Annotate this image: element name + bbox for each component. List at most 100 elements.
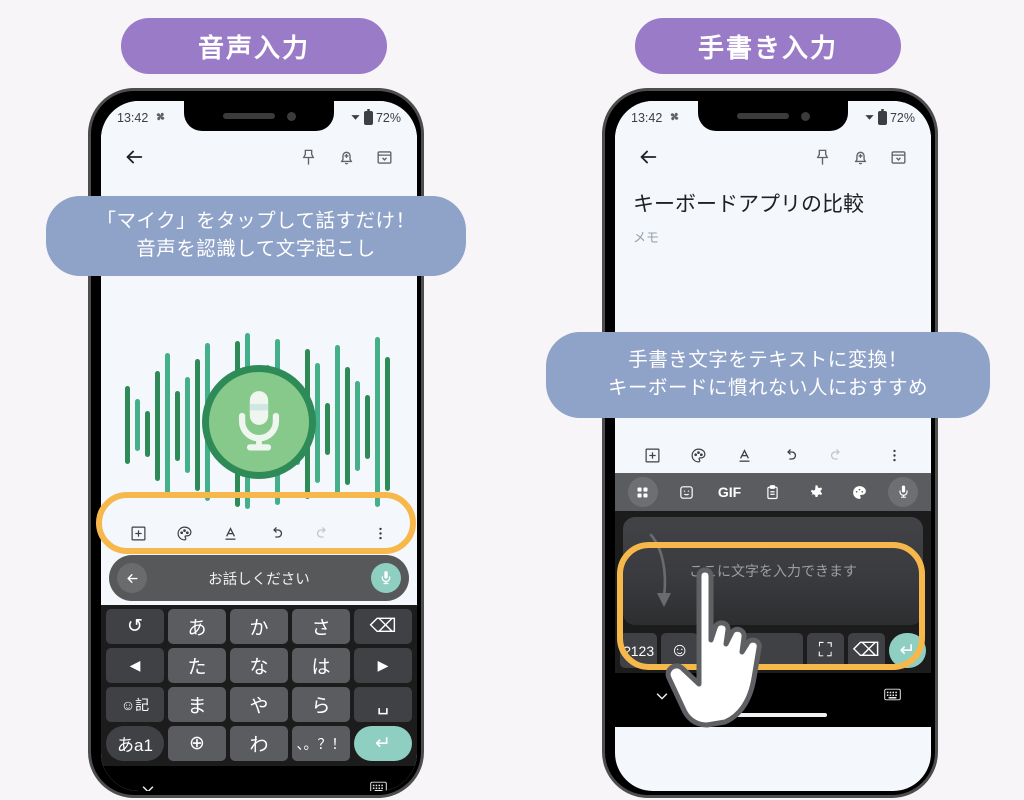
signal-icon (864, 111, 875, 125)
redo-icon (299, 525, 345, 542)
undo-icon[interactable] (767, 447, 813, 464)
pin-icon[interactable] (289, 148, 327, 167)
note-app-toolbar (615, 135, 931, 179)
voice-input-bar-wrap: お話しください (101, 555, 417, 601)
handwriting-canvas[interactable]: ここに文字を入力できます (623, 517, 923, 625)
clipboard-icon[interactable] (751, 484, 794, 501)
home-indicator (719, 713, 827, 717)
note-title: キーボードアプリの比較 (633, 193, 864, 216)
battery-percent: 72% (889, 111, 915, 125)
apps-grid-icon[interactable] (621, 477, 664, 507)
key-ya[interactable]: や (230, 687, 288, 722)
voice-back-icon[interactable] (117, 563, 147, 593)
key-wa[interactable]: わ (230, 726, 288, 761)
key-a[interactable]: あ (168, 609, 226, 644)
key-punctuation[interactable]: 、。？！ (292, 726, 350, 761)
key-backspace[interactable]: ⌫ (847, 633, 885, 668)
key-emoji[interactable]: ☺ (661, 633, 699, 668)
keyboard-row: ↺ あ か さ ⌫ (106, 609, 412, 644)
mic-icon (238, 391, 280, 451)
add-box-icon[interactable] (115, 525, 161, 542)
key-cursor-left[interactable]: ◀ (106, 648, 164, 683)
key-ta[interactable]: た (168, 648, 226, 683)
voice-prompt-text: お話しください (208, 571, 310, 588)
callout-line-1: 「マイク」をタップして話すだけ！ (96, 210, 416, 233)
key-na[interactable]: な (230, 648, 288, 683)
settings-gear-icon[interactable] (795, 484, 838, 501)
earpiece-speaker (736, 113, 789, 119)
more-vert-icon[interactable] (357, 525, 403, 542)
bell-add-icon[interactable] (841, 148, 879, 167)
keyboard-row: ?123 ☺ ✎ ⛶ ⌫ ↵ (620, 633, 927, 668)
callout-voice-input: 「マイク」をタップして話すだけ！ 音声を認識して文字起こし (46, 196, 466, 276)
key-handwrite[interactable]: ✎ (702, 633, 740, 668)
key-space[interactable] (743, 633, 803, 668)
chevron-down-icon[interactable] (653, 687, 671, 710)
down-arrow-stroke (649, 533, 671, 607)
system-navigation-bar (101, 766, 417, 791)
key-symbols[interactable]: ?123 (620, 633, 658, 668)
palette-icon[interactable] (161, 525, 207, 542)
keyboard-icon[interactable] (884, 688, 901, 706)
more-vert-icon[interactable] (871, 447, 917, 464)
mic-button-large[interactable] (202, 365, 316, 479)
back-arrow-icon[interactable] (629, 146, 667, 168)
key-ra[interactable]: ら (292, 687, 350, 722)
note-subtitle: メモ (633, 230, 660, 246)
handwriting-hint-text: ここに文字を入力できます (689, 563, 857, 579)
sticker-icon[interactable] (664, 484, 707, 501)
comparison-figure: 音声入力 13:42 72% お話しください ↺ あ か さ ⌫ ◀ た な は… (0, 0, 1024, 800)
theme-palette-icon[interactable] (838, 484, 881, 501)
archive-icon[interactable] (879, 148, 917, 167)
key-ma[interactable]: ま (168, 687, 226, 722)
status-bar: 13:42 72% (615, 101, 931, 135)
key-enter[interactable]: ↵ (354, 726, 412, 761)
mic-icon[interactable] (882, 477, 925, 507)
callout-line-1: 手書き文字をテキストに変換！ (628, 349, 908, 372)
front-camera (286, 111, 296, 121)
note-editor-toolbar (101, 515, 417, 551)
text-format-icon[interactable] (207, 525, 253, 542)
undo-icon[interactable] (253, 525, 299, 542)
key-input-mode[interactable]: あa1 (106, 726, 164, 761)
mic-button[interactable] (888, 477, 919, 507)
key-sa[interactable]: さ (292, 609, 350, 644)
note-editor-toolbar (615, 437, 931, 473)
note-app-toolbar (101, 135, 417, 179)
palette-icon[interactable] (675, 447, 721, 464)
archive-icon[interactable] (365, 148, 403, 167)
key-ha[interactable]: は (292, 648, 350, 683)
callout-handwriting-input: 手書き文字をテキストに変換！ キーボードに慣れない人におすすめ (546, 332, 990, 418)
key-globe[interactable]: ⊕ (168, 726, 226, 761)
key-emoji-symbol[interactable]: ☺記 (106, 687, 164, 722)
panel-title-badge-voice: 音声入力 (121, 18, 387, 74)
status-bar: 13:42 72% (101, 101, 417, 135)
gboard-bottom-row: ?123 ☺ ✎ ⛶ ⌫ ↵ (615, 631, 931, 673)
key-space[interactable]: ␣ (354, 687, 412, 722)
phone-mockup-voice-input: 13:42 72% お話しください ↺ あ か さ ⌫ ◀ た な は ▶ ☺記… (88, 88, 424, 798)
pin-icon[interactable] (803, 148, 841, 167)
key-backspace[interactable]: ⌫ (354, 609, 412, 644)
key-ka[interactable]: か (230, 609, 288, 644)
add-box-icon[interactable] (629, 447, 675, 464)
voice-mic-button[interactable] (371, 563, 401, 593)
phone-notch (698, 101, 848, 131)
key-undo[interactable]: ↺ (106, 609, 164, 644)
bell-add-icon[interactable] (327, 148, 365, 167)
key-enter[interactable]: ↵ (888, 633, 927, 668)
phone-notch (184, 101, 334, 131)
pinwheel-icon (154, 110, 167, 126)
gif-icon[interactable]: GIF (708, 484, 751, 500)
key-fullscreen[interactable]: ⛶ (806, 633, 844, 668)
back-arrow-icon[interactable] (115, 146, 153, 168)
chevron-down-icon[interactable] (139, 780, 157, 791)
voice-input-bar[interactable]: お話しください (109, 555, 409, 601)
apps-grid-button[interactable] (627, 477, 658, 507)
text-format-icon[interactable] (721, 447, 767, 464)
keyboard-row: あa1 ⊕ わ 、。？！ ↵ (106, 726, 412, 761)
japanese-12key-keyboard: ↺ あ か さ ⌫ ◀ た な は ▶ ☺記 ま や ら ␣ あa1 ⊕ わ 、… (101, 605, 417, 766)
phone-screen-handwriting: 13:42 72% キーボードアプリの比較 メモ GIF ここに文字を入力できま… (615, 101, 931, 791)
key-cursor-right[interactable]: ▶ (354, 648, 412, 683)
keyboard-icon[interactable] (370, 781, 387, 791)
earpiece-speaker (222, 113, 275, 119)
